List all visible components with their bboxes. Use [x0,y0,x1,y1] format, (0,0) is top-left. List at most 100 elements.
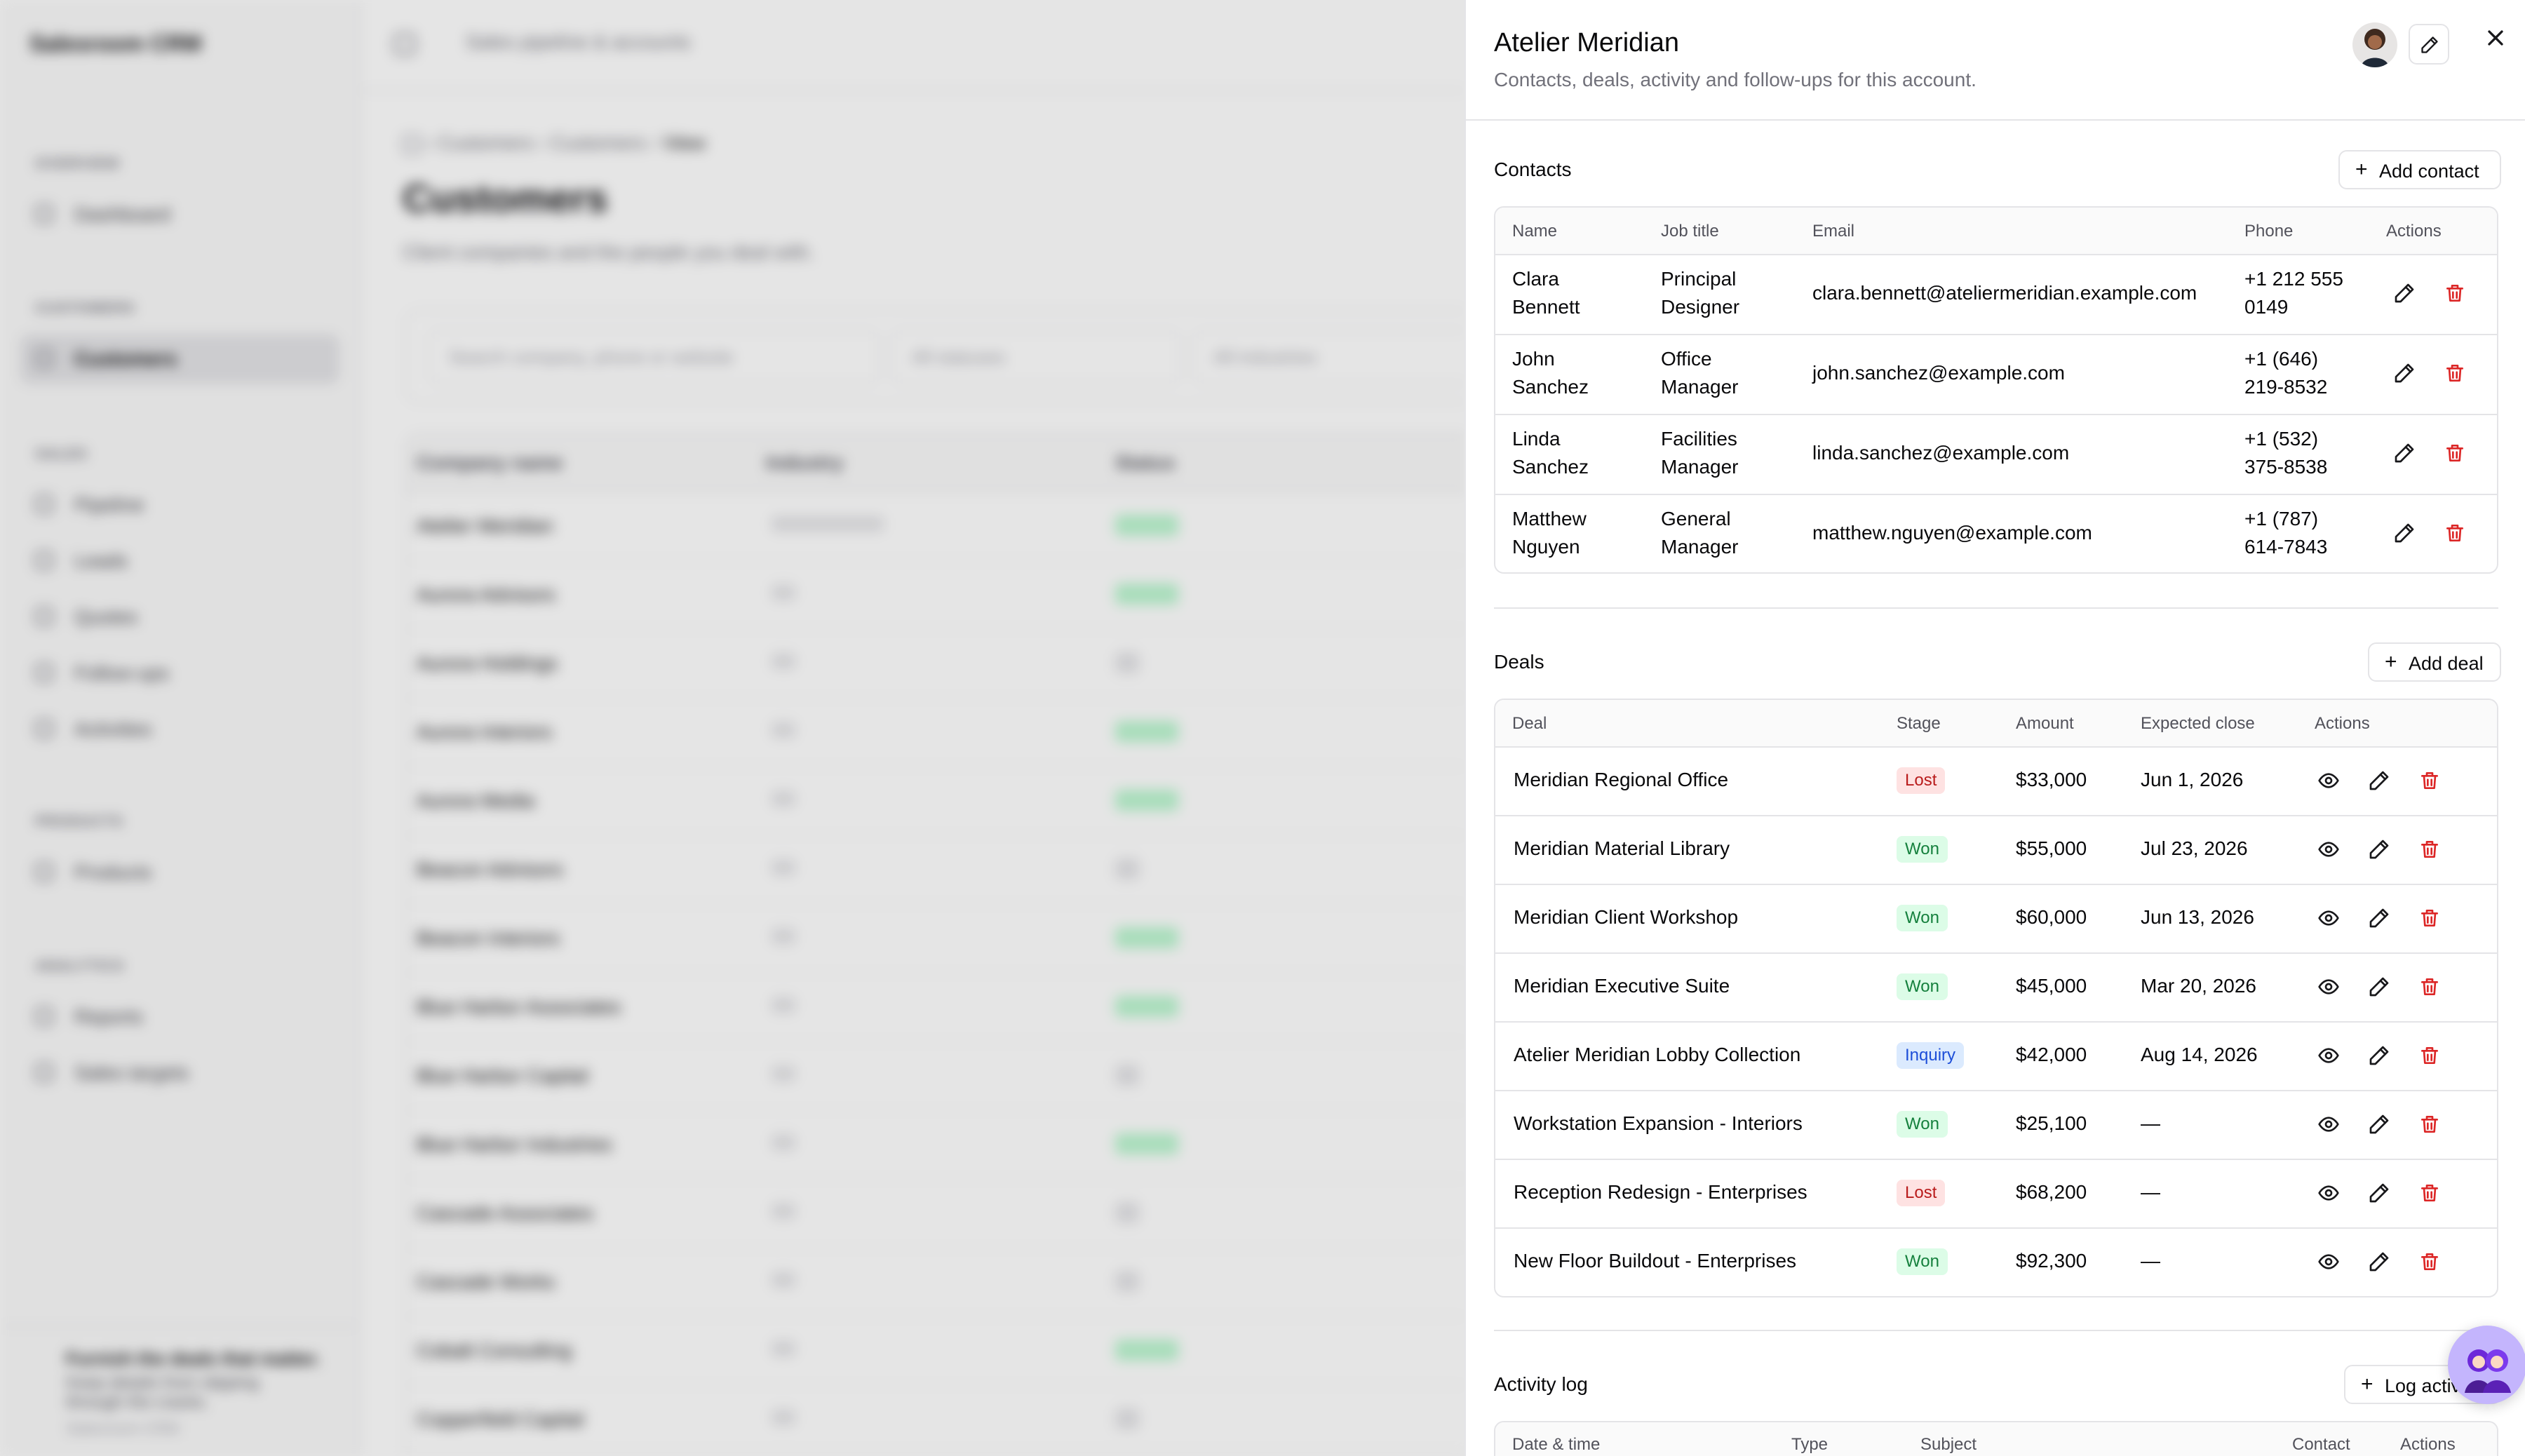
eye-icon [2318,1185,2339,1201]
avatar[interactable] [2352,22,2397,67]
contact-first-name: Matthew [1512,508,1587,530]
contacts-section-title: Contacts [1494,159,1572,180]
pencil-icon [2395,363,2414,383]
pencil-icon [2395,283,2414,303]
edit-contact-button[interactable] [2393,522,2416,544]
add-deal-button[interactable]: + Add deal [2368,642,2501,682]
section-divider [1494,1330,2498,1331]
edit-deal-button[interactable] [2368,838,2390,861]
delete-deal-button[interactable] [2418,907,2441,929]
add-contact-button[interactable]: + Add contact [2338,150,2501,189]
contact-job-title: Principal [1661,268,1737,290]
deal-name: Workstation Expansion - Interiors [1514,1112,1803,1134]
view-deal-button[interactable] [2317,838,2340,861]
eye-icon [2318,910,2339,926]
plus-icon: + [2385,650,2397,673]
deal-name: Reception Redesign - Enterprises [1514,1181,1807,1203]
deal-expected-close: — [2141,1112,2160,1134]
delete-deal-button[interactable] [2418,1044,2441,1067]
delete-deal-button[interactable] [2418,1182,2441,1204]
contact-row: John Sanchez Office Manager john.sanchez@exa… [1495,334,2497,415]
pencil-icon [2369,977,2389,997]
trash-icon [2421,978,2438,995]
deal-expected-close: — [2141,1181,2160,1203]
deal-expected-close: Mar 20, 2026 [2141,975,2256,997]
sheet-title: Atelier Meridian [1494,28,1679,58]
edit-deal-button[interactable] [2368,1113,2390,1135]
section-divider [1494,607,2498,609]
trash-icon [2446,365,2463,382]
trash-icon [2421,841,2438,858]
account-sheet: Atelier Meridian Contacts, deals, activi… [1464,0,2525,1456]
edit-deal-button[interactable] [2368,976,2390,998]
eye-icon [2318,1048,2339,1063]
contact-job-title: Manager [1661,376,1739,398]
edit-deal-button[interactable] [2368,907,2390,929]
delete-deal-button[interactable] [2418,769,2441,792]
eye-icon [2318,773,2339,788]
trash-icon [2446,445,2463,461]
delete-contact-button[interactable] [2444,522,2466,544]
edit-account-button[interactable] [2409,24,2449,65]
delete-deal-button[interactable] [2418,976,2441,998]
deal-amount: $45,000 [2016,975,2087,997]
view-deal-button[interactable] [2317,1044,2340,1067]
contact-last-name: Sanchez [1512,456,1589,478]
edit-contact-button[interactable] [2393,362,2416,384]
view-deal-button[interactable] [2317,976,2340,998]
deal-amount: $60,000 [2016,906,2087,928]
deals-section-title: Deals [1494,651,1544,673]
contact-phone: 0149 [2244,296,2289,318]
view-deal-button[interactable] [2317,769,2340,792]
edit-contact-button[interactable] [2393,282,2416,304]
deal-row: Meridian Regional Office Lost $33,000 Jun 1… [1495,746,2497,816]
deal-amount: $92,300 [2016,1250,2087,1272]
trash-icon [2421,1253,2438,1270]
contact-email: matthew.nguyen@example.com [1812,522,2092,544]
delete-deal-button[interactable] [2418,1113,2441,1135]
trash-icon [2421,910,2438,926]
deal-row: Meridian Material Library Won $55,000 Jul 2… [1495,815,2497,885]
edit-deal-button[interactable] [2368,1182,2390,1204]
close-sheet-button[interactable] [2483,25,2508,50]
edit-deal-button[interactable] [2368,1251,2390,1273]
deal-name: Atelier Meridian Lobby Collection [1514,1044,1801,1065]
deal-name: Meridian Regional Office [1514,769,1729,790]
view-deal-button[interactable] [2317,907,2340,929]
assistant-avatar-button[interactable] [2448,1326,2525,1404]
plus-icon: + [2361,1373,2374,1396]
pencil-icon [2395,523,2414,543]
contact-phone: 614-7843 [2244,536,2328,558]
close-icon [2488,30,2503,46]
edit-contact-button[interactable] [2393,442,2416,464]
trash-icon [2446,285,2463,302]
delete-contact-button[interactable] [2444,282,2466,304]
pencil-icon [2369,1114,2389,1134]
contact-first-name: John [1512,348,1555,370]
deal-amount: $25,100 [2016,1112,2087,1134]
edit-deal-button[interactable] [2368,1044,2390,1067]
deal-name: Meridian Material Library [1514,837,1730,859]
trash-icon [2421,772,2438,789]
contact-job-title: Office [1661,348,1712,370]
delete-deal-button[interactable] [2418,1251,2441,1273]
contact-email: clara.bennett@ateliermeridian.example.co… [1812,282,2197,304]
contact-job-title: General [1661,508,1731,530]
deal-row: New Floor Buildout - Enterprises Won $92,3… [1495,1227,2497,1296]
activity-table-header: Date & time Type Subject Contact Actions [1495,1422,2497,1456]
contact-phone: +1 (787) [2244,508,2319,530]
contact-row: Linda Sanchez Facilities Manager linda.sanch… [1495,414,2497,495]
delete-contact-button[interactable] [2444,362,2466,384]
view-deal-button[interactable] [2317,1251,2340,1273]
deal-row: Reception Redesign - Enterprises Lost $68,… [1495,1159,2497,1229]
contact-first-name: Linda [1512,428,1561,450]
view-deal-button[interactable] [2317,1182,2340,1204]
modal-backdrop[interactable] [0,0,1466,1456]
delete-contact-button[interactable] [2444,442,2466,464]
deal-expected-close: Jun 1, 2026 [2141,769,2244,790]
view-deal-button[interactable] [2317,1113,2340,1135]
delete-deal-button[interactable] [2418,838,2441,861]
edit-deal-button[interactable] [2368,769,2390,792]
pencil-icon [2369,840,2389,859]
trash-icon [2446,525,2463,541]
